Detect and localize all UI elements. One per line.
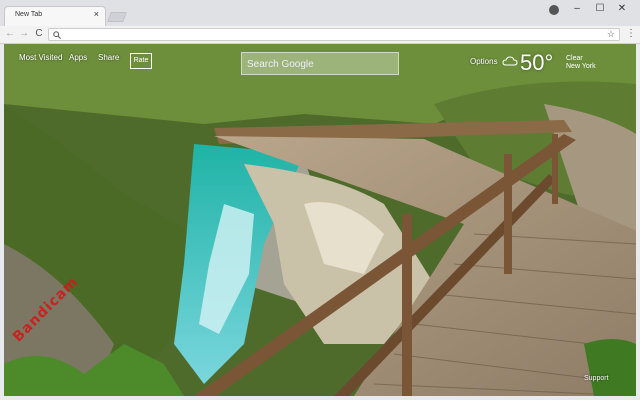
most-visited-link[interactable]: Most Visited [19,53,62,62]
apps-link[interactable]: Apps [69,53,87,62]
bookmark-star-icon[interactable]: ☆ [607,29,615,40]
background-image [4,44,636,396]
address-input[interactable] [65,29,589,42]
close-window-button[interactable]: ✕ [612,3,632,14]
back-button[interactable]: ← [4,28,16,39]
tab-title: New Tab [15,11,43,18]
new-tab-button[interactable] [107,12,127,22]
maximize-button[interactable]: ☐ [590,3,610,14]
profile-icon[interactable] [549,5,559,15]
share-link[interactable]: Share [98,53,119,62]
browser-tab[interactable]: New Tab × [4,6,106,26]
cloud-icon [502,56,518,66]
rate-button[interactable]: Rate [130,53,152,69]
options-link[interactable]: Options [470,57,498,66]
weather-details: Clear New York [566,55,596,71]
reload-button[interactable]: C [33,28,45,39]
browser-titlebar: New Tab × – ☐ ✕ [0,0,640,26]
weather-temperature: 50° [520,50,554,75]
new-tab-page: Most Visited Apps Share Rate Options 50°… [4,44,636,396]
minimize-button[interactable]: – [567,3,587,14]
tab-close-icon[interactable]: × [94,9,99,19]
browser-toolbar: ← → C ☆ ⋮ [0,26,640,44]
search-box[interactable] [241,52,399,76]
search-input[interactable] [242,53,399,76]
forward-button[interactable]: → [18,28,30,39]
search-icon [53,31,61,39]
weather-location: New York [566,63,596,70]
weather-condition: Clear [566,55,583,62]
address-bar[interactable]: ☆ [48,28,620,42]
menu-icon[interactable]: ⋮ [626,28,636,39]
support-link[interactable]: Support [584,375,609,382]
